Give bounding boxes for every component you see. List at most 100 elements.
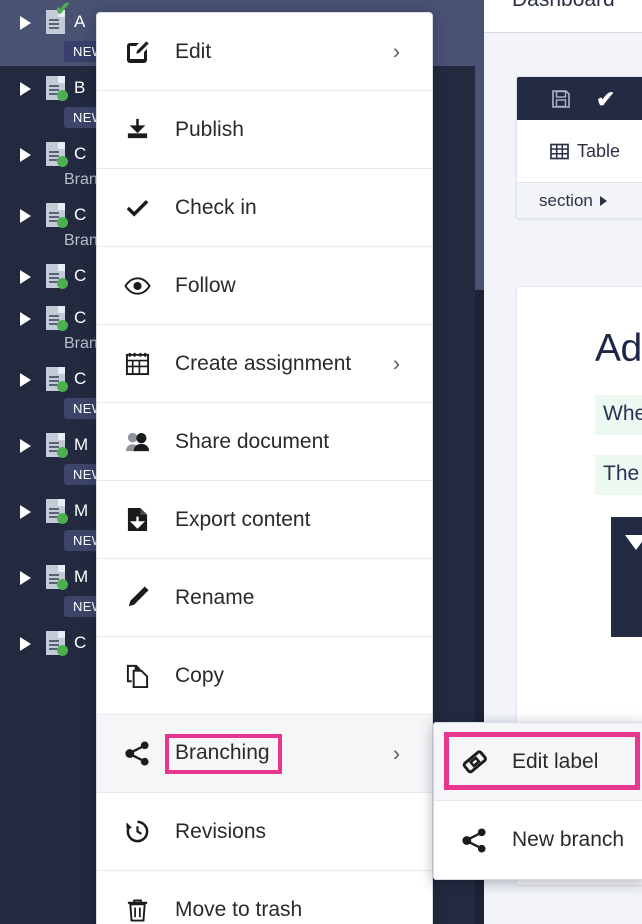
document-heading: Ad — [595, 327, 642, 370]
menu-item-label: Publish — [175, 117, 244, 141]
chevron-right-icon: › — [393, 742, 400, 765]
document-icon — [44, 201, 68, 229]
status-dot-icon — [57, 156, 68, 167]
editor-toolbar: ✔ — [517, 77, 642, 120]
branching-submenu: Edit label New branch — [433, 722, 642, 880]
tree-item-title: C — [74, 633, 87, 652]
document-icon — [44, 262, 68, 290]
tree-item-title: A — [74, 12, 86, 31]
menu-item-follow[interactable]: Follow — [97, 247, 432, 325]
menu-item-publish[interactable]: Publish — [97, 91, 432, 169]
submenu-item-new-branch[interactable]: New branch — [434, 801, 642, 879]
expand-caret-icon[interactable] — [18, 81, 32, 96]
status-dot-icon — [57, 90, 68, 101]
breadcrumb-section-label: section — [539, 190, 593, 210]
save-floppy-icon[interactable] — [551, 89, 571, 109]
status-dot-icon — [57, 217, 68, 228]
menu-item-label: Copy — [175, 663, 225, 687]
menu-item-rename[interactable]: Rename — [97, 559, 432, 637]
publish-download-icon — [117, 117, 157, 142]
status-dot-icon — [57, 447, 68, 458]
tree-item-title: C — [74, 308, 87, 327]
expand-caret-icon[interactable] — [18, 147, 32, 162]
trash-icon — [117, 898, 157, 923]
status-dot-icon — [57, 320, 68, 331]
checkmark-icon — [117, 195, 157, 220]
document-media-embed[interactable] — [611, 517, 642, 637]
expand-caret-icon[interactable] — [18, 15, 32, 30]
app-root: ✔ A NEW B NEW C Bran C Bran C C Bran C N… — [0, 0, 642, 924]
menu-item-branching[interactable]: Branching › — [97, 715, 432, 793]
document-icon: ✔ — [44, 0, 71, 36]
panel-header: Dashboard — [484, 0, 642, 33]
expand-caret-icon[interactable] — [18, 504, 32, 519]
share-person-icon — [117, 429, 157, 454]
eye-icon — [117, 276, 157, 296]
menu-item-edit[interactable]: Edit › — [97, 13, 432, 91]
status-dot-icon — [57, 645, 68, 656]
submenu-item-label: New branch — [512, 828, 625, 851]
menu-item-label: Move to trash — [175, 898, 303, 921]
expand-caret-icon[interactable] — [18, 208, 32, 223]
tree-item-title: C — [74, 205, 87, 224]
history-clock-icon — [117, 819, 157, 844]
menu-item-label: Share document — [175, 429, 330, 453]
table-tool-button[interactable]: Table — [517, 120, 642, 182]
expand-caret-icon[interactable] — [18, 636, 32, 651]
document-icon — [44, 497, 68, 525]
menu-item-move-to-trash[interactable]: Move to trash — [97, 871, 432, 924]
menu-item-check-in[interactable]: Check in — [97, 169, 432, 247]
document-icon — [44, 140, 68, 168]
menu-item-export-content[interactable]: Export content — [97, 481, 432, 559]
chevron-right-icon: › — [393, 352, 400, 375]
expand-caret-icon[interactable] — [18, 372, 32, 387]
menu-item-label: Check in — [175, 195, 257, 219]
copy-icon — [117, 663, 157, 688]
edit-square-pencil-icon — [117, 39, 157, 65]
menu-item-share-document[interactable]: Share document — [97, 403, 432, 481]
submenu-item-label: Edit label — [512, 749, 599, 773]
tree-item-title: M — [74, 435, 89, 454]
status-dot-icon — [57, 381, 68, 392]
expand-caret-icon[interactable] — [18, 438, 32, 453]
share-nodes-icon — [117, 741, 157, 766]
document-icon — [44, 563, 68, 591]
menu-item-label: Create assignment — [175, 351, 352, 375]
confirm-checkmark-icon[interactable]: ✔ — [596, 87, 615, 110]
chevron-right-icon: › — [393, 40, 400, 63]
document-icon — [44, 304, 68, 332]
menu-item-label: Follow — [175, 273, 236, 297]
caret-right-icon — [599, 195, 607, 206]
expand-caret-icon[interactable] — [18, 269, 32, 284]
document-icon — [44, 74, 68, 102]
share-nodes-icon — [454, 827, 494, 853]
tree-item-title: M — [74, 567, 89, 586]
editor-toolbar-card: ✔ Table section — [516, 76, 642, 219]
paragraph-text-2: The l — [603, 462, 642, 485]
menu-item-revisions[interactable]: Revisions — [97, 793, 432, 871]
menu-item-copy[interactable]: Copy — [97, 637, 432, 715]
document-paragraph-highlight: When differ — [595, 395, 642, 435]
context-menu: Edit › Publish Check in Follow Create as… — [96, 12, 433, 924]
breadcrumb[interactable]: section — [517, 182, 642, 218]
calendar-icon — [117, 351, 157, 376]
document-icon — [44, 365, 68, 393]
status-dot-icon — [57, 513, 68, 524]
tree-item-title: C — [74, 369, 87, 388]
submenu-item-edit-label[interactable]: Edit label — [434, 723, 642, 801]
tree-item-title: M — [74, 501, 89, 520]
label-tag-icon — [454, 748, 494, 775]
tree-item-title: C — [74, 266, 87, 285]
menu-item-label: Rename — [175, 585, 255, 609]
play-triangle-icon — [625, 535, 642, 550]
status-dot-icon — [57, 278, 68, 289]
document-icon — [44, 431, 68, 459]
menu-item-create-assignment[interactable]: Create assignment › — [97, 325, 432, 403]
published-check-icon: ✔ — [55, 0, 71, 20]
expand-caret-icon[interactable] — [18, 311, 32, 326]
document-paragraph-highlight: The l — [595, 455, 642, 495]
expand-caret-icon[interactable] — [18, 570, 32, 585]
page-title: Dashboard — [512, 0, 615, 12]
table-tool-label: Table — [577, 140, 621, 161]
tree-item-title: B — [74, 78, 86, 97]
